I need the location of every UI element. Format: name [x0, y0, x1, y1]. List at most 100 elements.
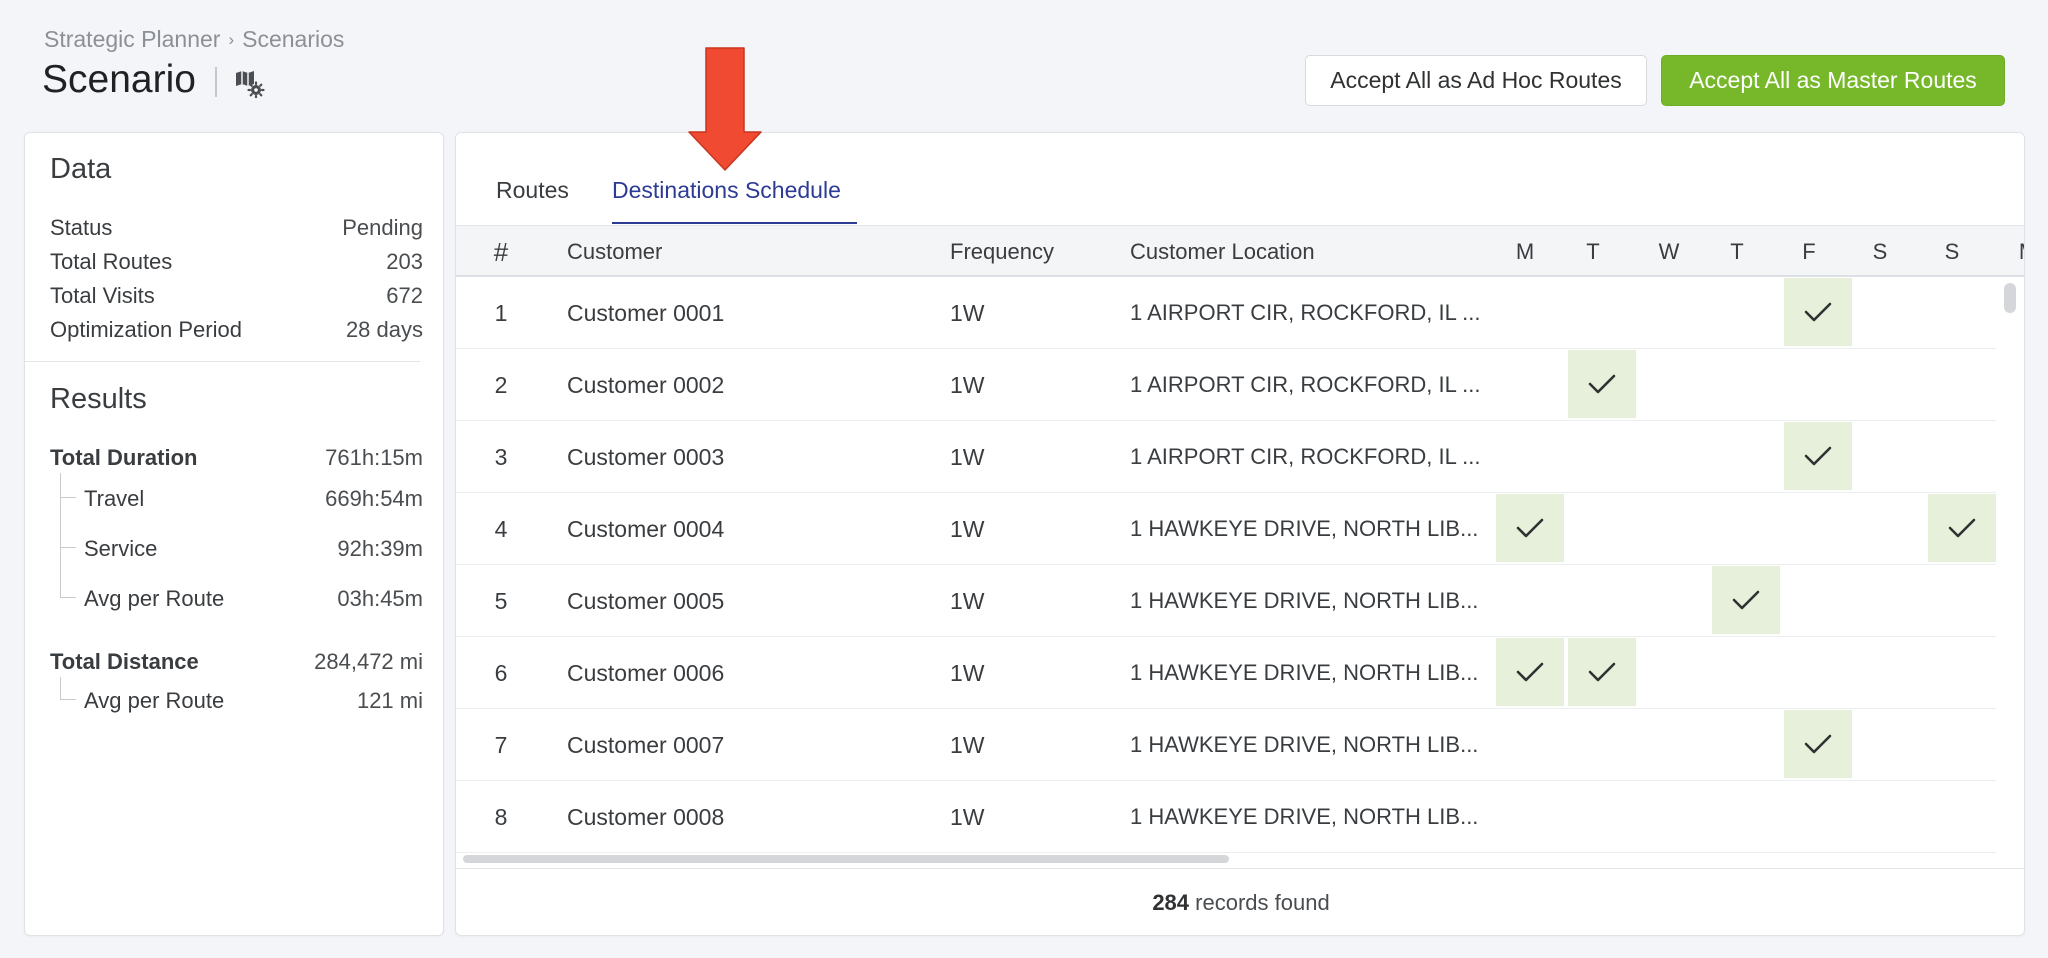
tab-routes[interactable]: Routes — [496, 177, 569, 204]
result-total-duration: Total Duration 761h:15m — [50, 445, 423, 471]
column-header-day[interactable]: T — [1707, 226, 1767, 278]
result-total-distance: Total Distance 284,472 mi — [50, 649, 423, 675]
column-header-day[interactable]: W — [1639, 226, 1699, 278]
customer-name: Customer 0003 — [567, 444, 725, 470]
customer-name: Customer 0005 — [567, 588, 725, 614]
day-schedule-cell[interactable] — [1928, 494, 1996, 562]
customer-location: 1 AIRPORT CIR, ROCKFORD, IL ... — [1130, 372, 1481, 397]
customer-name: Customer 0006 — [567, 660, 725, 686]
table-header: # Customer Frequency Customer Location M… — [456, 225, 2024, 278]
day-schedule-cell[interactable] — [1496, 494, 1564, 562]
row-number: 1 — [494, 300, 508, 326]
day-schedule-cell[interactable] — [1496, 638, 1564, 706]
result-label: Total Distance — [50, 649, 199, 674]
check-icon — [1804, 446, 1832, 466]
active-tab-indicator — [612, 222, 857, 224]
day-schedule-cell[interactable] — [1568, 638, 1636, 706]
column-header-day[interactable]: M — [1998, 226, 2024, 278]
customer-location: 1 HAWKEYE DRIVE, NORTH LIB... — [1130, 660, 1479, 685]
check-icon — [1948, 518, 1976, 538]
check-icon — [1804, 734, 1832, 754]
results-section-title: Results — [50, 383, 147, 415]
tab-destinations-schedule[interactable]: Destinations Schedule — [612, 177, 841, 204]
result-label: Service — [84, 536, 158, 561]
table-row[interactable]: 4 Customer 0004 1W 1 HAWKEYE DRIVE, NORTH L… — [456, 493, 1996, 565]
table-row[interactable]: 2 Customer 0002 1W 1 AIRPORT CIR, ROCKFORD,… — [456, 349, 1996, 421]
customer-location: 1 HAWKEYE DRIVE, NORTH LIB... — [1130, 516, 1479, 541]
data-label: Status — [50, 215, 113, 240]
check-icon — [1516, 662, 1544, 682]
data-label: Total Visits — [50, 283, 155, 308]
column-header-day[interactable]: M — [1495, 226, 1555, 278]
column-header-customer[interactable]: Customer — [567, 226, 662, 278]
result-label: Travel — [84, 486, 145, 511]
day-schedule-cell[interactable] — [1712, 566, 1780, 634]
day-schedule-cell[interactable] — [1784, 278, 1852, 346]
result-avg-duration: Avg per Route 03h:45m — [50, 586, 423, 612]
row-number: 7 — [494, 732, 508, 758]
customer-location: 1 AIRPORT CIR, ROCKFORD, IL ... — [1130, 444, 1481, 469]
result-value: 284,472 mi — [314, 649, 423, 674]
column-header-number[interactable]: # — [486, 226, 516, 278]
accept-all-master-button[interactable]: Accept All as Master Routes — [1661, 55, 2005, 106]
table-row[interactable]: 6 Customer 0006 1W 1 HAWKEYE DRIVE, NORTH L… — [456, 637, 1996, 709]
summary-panel: Data Status Pending Total Routes 203 Tot… — [24, 132, 444, 936]
frequency-value: 1W — [950, 516, 985, 542]
data-value: 203 — [386, 249, 423, 274]
column-header-day[interactable]: T — [1563, 226, 1623, 278]
table-row[interactable]: 7 Customer 0007 1W 1 HAWKEYE DRIVE, NORTH L… — [456, 709, 1996, 781]
check-icon — [1804, 302, 1832, 322]
red-arrow-icon — [687, 46, 763, 172]
row-number: 2 — [494, 372, 508, 398]
data-value: 28 days — [345, 317, 423, 342]
table-row[interactable]: 8 Customer 0008 1W 1 HAWKEYE DRIVE, NORTH L… — [456, 781, 1996, 853]
column-header-day[interactable]: S — [1850, 226, 1910, 278]
row-number: 4 — [494, 516, 508, 542]
day-schedule-cell[interactable] — [1784, 422, 1852, 490]
table-row[interactable]: 3 Customer 0003 1W 1 AIRPORT CIR, ROCKFORD,… — [456, 421, 1996, 493]
data-row-optimization-period: Optimization Period 28 days — [50, 317, 423, 343]
frequency-value: 1W — [950, 588, 985, 614]
result-value: 92h:39m — [337, 536, 423, 561]
breadcrumb-strategic-planner[interactable]: Strategic Planner — [44, 26, 220, 53]
customer-location: 1 HAWKEYE DRIVE, NORTH LIB... — [1130, 588, 1479, 613]
breadcrumb: Strategic Planner › Scenarios — [44, 26, 344, 53]
data-row-total-routes: Total Routes 203 — [50, 249, 423, 275]
day-schedule-cell[interactable] — [1784, 710, 1852, 778]
column-header-frequency[interactable]: Frequency — [950, 226, 1054, 278]
customer-name: Customer 0007 — [567, 732, 725, 758]
data-label: Optimization Period — [50, 317, 242, 342]
frequency-value: 1W — [950, 732, 985, 758]
breadcrumb-separator: › — [228, 29, 235, 49]
vertical-scrollbar[interactable] — [2004, 283, 2016, 313]
check-icon — [1732, 590, 1760, 610]
result-value: 121 mi — [356, 688, 423, 713]
column-header-day[interactable]: S — [1922, 226, 1982, 278]
result-travel: Travel 669h:54m — [50, 486, 423, 512]
check-icon — [1588, 374, 1616, 394]
accept-all-adhoc-button[interactable]: Accept All as Ad Hoc Routes — [1305, 55, 1647, 106]
frequency-value: 1W — [950, 300, 985, 326]
column-header-day[interactable]: F — [1779, 226, 1839, 278]
horizontal-scrollbar[interactable] — [463, 855, 1229, 863]
row-number: 5 — [494, 588, 508, 614]
records-footer: 284 records found — [456, 868, 2024, 935]
customer-location: 1 AIRPORT CIR, ROCKFORD, IL ... — [1130, 300, 1481, 325]
check-icon — [1516, 518, 1544, 538]
day-schedule-cell[interactable] — [1568, 350, 1636, 418]
table-row[interactable]: 1 Customer 0001 1W 1 AIRPORT CIR, ROCKFORD,… — [456, 277, 1996, 349]
result-value: 669h:54m — [325, 486, 423, 511]
customer-location: 1 HAWKEYE DRIVE, NORTH LIB... — [1130, 804, 1479, 829]
table-row[interactable]: 5 Customer 0005 1W 1 HAWKEYE DRIVE, NORTH L… — [456, 565, 1996, 637]
result-avg-distance: Avg per Route 121 mi — [50, 688, 423, 714]
title-divider — [215, 67, 217, 97]
breadcrumb-scenarios[interactable]: Scenarios — [242, 26, 344, 53]
data-section-title: Data — [50, 153, 112, 185]
result-label: Avg per Route — [84, 688, 225, 713]
column-header-location[interactable]: Customer Location — [1130, 226, 1315, 278]
data-row-status: Status Pending — [50, 215, 423, 241]
data-value: 672 — [386, 283, 423, 308]
customer-name: Customer 0001 — [567, 300, 725, 326]
map-settings-icon[interactable] — [235, 70, 265, 99]
frequency-value: 1W — [950, 444, 985, 470]
